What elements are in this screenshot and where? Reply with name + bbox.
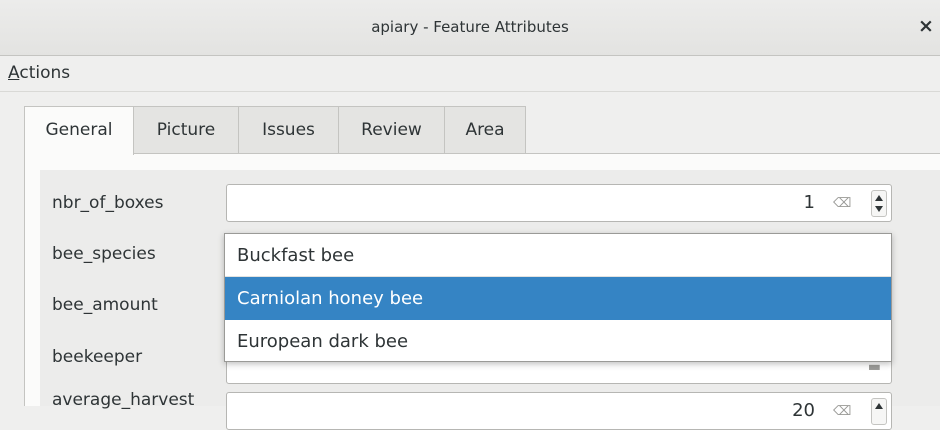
bee-species-dropdown: Buckfast bee Carniolan honey bee Europea…: [224, 233, 892, 362]
average-harvest-value: 20: [792, 400, 815, 421]
menu-actions-label: ctions: [19, 63, 71, 83]
option-carniolan-honey-bee[interactable]: Carniolan honey bee: [225, 277, 891, 320]
tab-issues[interactable]: Issues: [238, 106, 339, 154]
tab-area[interactable]: Area: [444, 106, 526, 154]
nbr-of-boxes-spinbox[interactable]: 1 ⌫: [226, 184, 892, 222]
clear-icon[interactable]: ⌫: [833, 405, 851, 418]
option-buckfast-bee[interactable]: Buckfast bee: [225, 234, 891, 277]
menu-actions-mnemonic: A: [8, 63, 20, 83]
label-average-harvest: average_harvest: [52, 390, 195, 410]
tab-picture[interactable]: Picture: [133, 106, 239, 154]
average-harvest-spinbox[interactable]: 20 ⌫: [226, 392, 892, 430]
label-beekeeper: beekeeper: [52, 347, 143, 367]
spin-buttons[interactable]: [871, 398, 887, 425]
menu-bar: Actions: [0, 56, 940, 92]
clear-icon[interactable]: ⌫: [833, 197, 851, 210]
tab-review[interactable]: Review: [338, 106, 445, 154]
spin-down-icon[interactable]: [875, 206, 883, 212]
spin-up-icon[interactable]: [875, 403, 883, 409]
label-bee-amount: bee_amount: [52, 295, 158, 315]
option-european-dark-bee[interactable]: European dark bee: [225, 320, 891, 363]
tab-general[interactable]: General: [24, 106, 134, 155]
title-bar: apiary - Feature Attributes ×: [0, 0, 940, 56]
menu-actions[interactable]: Actions: [8, 63, 70, 83]
nbr-of-boxes-value: 1: [803, 192, 815, 213]
close-icon[interactable]: ×: [914, 14, 938, 38]
window-title: apiary - Feature Attributes: [371, 18, 569, 36]
spin-buttons[interactable]: [871, 190, 887, 217]
spin-up-icon[interactable]: [875, 195, 883, 201]
label-bee-species: bee_species: [52, 244, 156, 264]
tab-bar: General Picture Issues Review Area: [24, 106, 940, 155]
label-nbr-of-boxes: nbr_of_boxes: [52, 193, 164, 213]
